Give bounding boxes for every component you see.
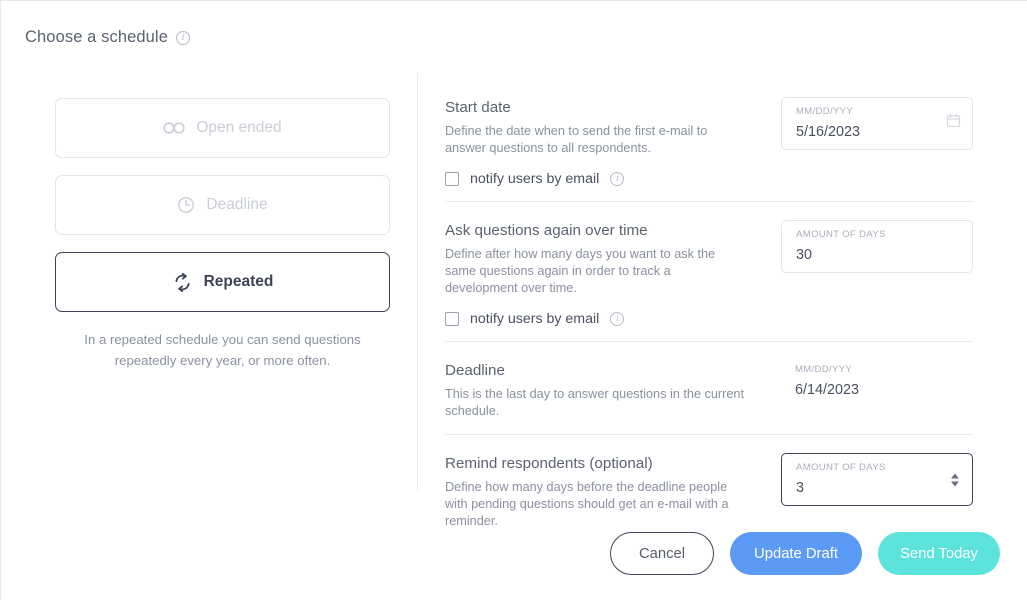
field-text: Remind respondents (optional) Define how…	[445, 453, 745, 530]
stepper-down-icon[interactable]	[951, 481, 959, 486]
schedule-help-text: In a repeated schedule you can send ques…	[84, 332, 361, 368]
update-draft-button[interactable]: Update Draft	[730, 532, 862, 575]
schedule-option-label: Deadline	[206, 196, 268, 213]
schedule-settings-list: Start date Define the date when to send …	[445, 97, 973, 530]
send-today-button[interactable]: Send Today	[878, 532, 1000, 575]
schedule-type-list: Open ended Deadline Repeated In a repeat…	[55, 98, 390, 371]
field-description: Define how many days before the deadline…	[445, 480, 729, 528]
schedule-option-label: Repeated	[203, 273, 274, 290]
notify-users-checkbox[interactable]	[445, 172, 459, 186]
input-caption: MM/DD/YYY	[796, 106, 854, 117]
number-stepper[interactable]	[951, 473, 959, 486]
column-divider	[417, 73, 418, 490]
calendar-icon[interactable]	[946, 113, 961, 133]
schedule-option-label: Open ended	[196, 119, 282, 136]
section-deadline: Deadline This is the last day to answer …	[445, 342, 973, 435]
deadline-value-block: MM/DD/YYY 6/14/2023	[781, 360, 973, 399]
schedule-option-deadline[interactable]: Deadline	[55, 175, 390, 235]
field-description: Define the date when to send the first e…	[445, 124, 708, 155]
schedule-settings-page: Choose a schedule i Open ended Deadline	[0, 0, 1027, 600]
footer-actions: Cancel Update Draft Send Today	[610, 532, 1000, 575]
input-caption: AMOUNT OF DAYS	[796, 462, 886, 473]
notify-users-label: notify users by email	[470, 171, 600, 187]
field-title: Deadline	[445, 362, 505, 379]
section-ask-again: Ask questions again over time Define aft…	[445, 202, 973, 342]
input-caption: AMOUNT OF DAYS	[796, 229, 886, 240]
field-description: Define after how many days you want to a…	[445, 247, 716, 295]
page-header: Choose a schedule i	[25, 28, 190, 47]
notify-users-row-ask-again[interactable]: notify users by email i	[445, 311, 973, 327]
stepper-up-icon[interactable]	[951, 473, 959, 478]
ask-again-days-input[interactable]: AMOUNT OF DAYS 30	[781, 220, 973, 273]
input-value: 30	[796, 247, 813, 263]
field-title: Start date	[445, 99, 511, 116]
notify-users-label: notify users by email	[470, 311, 600, 327]
input-caption: MM/DD/YYY	[795, 364, 853, 375]
remind-days-input[interactable]: AMOUNT OF DAYS 3	[781, 453, 973, 506]
header-info-icon[interactable]: i	[175, 30, 190, 45]
section-remind-respondents: Remind respondents (optional) Define how…	[445, 435, 973, 530]
page-title: Choose a schedule	[25, 28, 168, 46]
field-description: This is the last day to answer questions…	[445, 387, 745, 418]
cancel-button[interactable]: Cancel	[610, 532, 714, 575]
repeat-icon	[172, 272, 193, 293]
field-title: Remind respondents (optional)	[445, 455, 653, 472]
input-value: 6/14/2023	[795, 382, 860, 398]
schedule-option-open-ended[interactable]: Open ended	[55, 98, 390, 158]
schedule-option-repeated[interactable]: Repeated	[55, 252, 390, 312]
section-start-date: Start date Define the date when to send …	[445, 97, 973, 202]
clock-icon	[177, 196, 195, 214]
field-text: Deadline This is the last day to answer …	[445, 360, 745, 420]
notify-users-checkbox[interactable]	[445, 312, 459, 326]
start-date-input[interactable]: MM/DD/YYY 5/16/2023	[781, 97, 973, 150]
notify-users-row-start-date[interactable]: notify users by email i	[445, 171, 973, 187]
notify-users-info-icon[interactable]: i	[610, 312, 625, 326]
field-text: Ask questions again over time Define aft…	[445, 220, 745, 297]
input-value: 3	[796, 480, 805, 496]
notify-users-info-icon[interactable]: i	[610, 172, 625, 186]
input-value: 5/16/2023	[796, 124, 861, 140]
field-title: Ask questions again over time	[445, 222, 648, 239]
infinity-icon	[163, 121, 185, 135]
field-text: Start date Define the date when to send …	[445, 97, 745, 157]
